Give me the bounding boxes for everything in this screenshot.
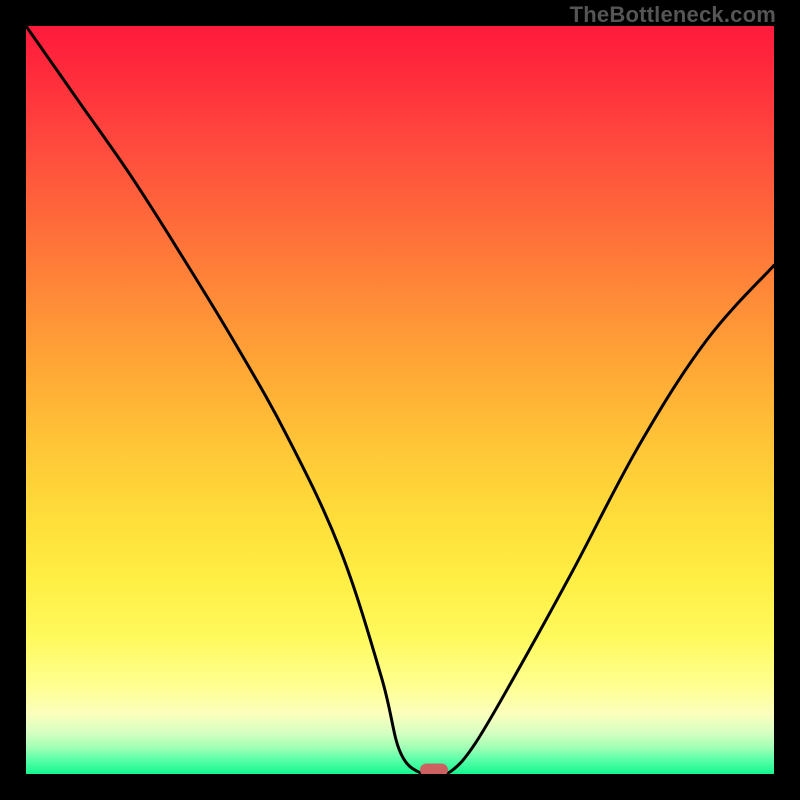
chart-frame: TheBottleneck.com <box>0 0 800 800</box>
optimal-marker <box>420 764 448 775</box>
plot-area <box>26 26 774 774</box>
bottleneck-curve <box>26 26 774 774</box>
watermark-text: TheBottleneck.com <box>570 2 776 28</box>
